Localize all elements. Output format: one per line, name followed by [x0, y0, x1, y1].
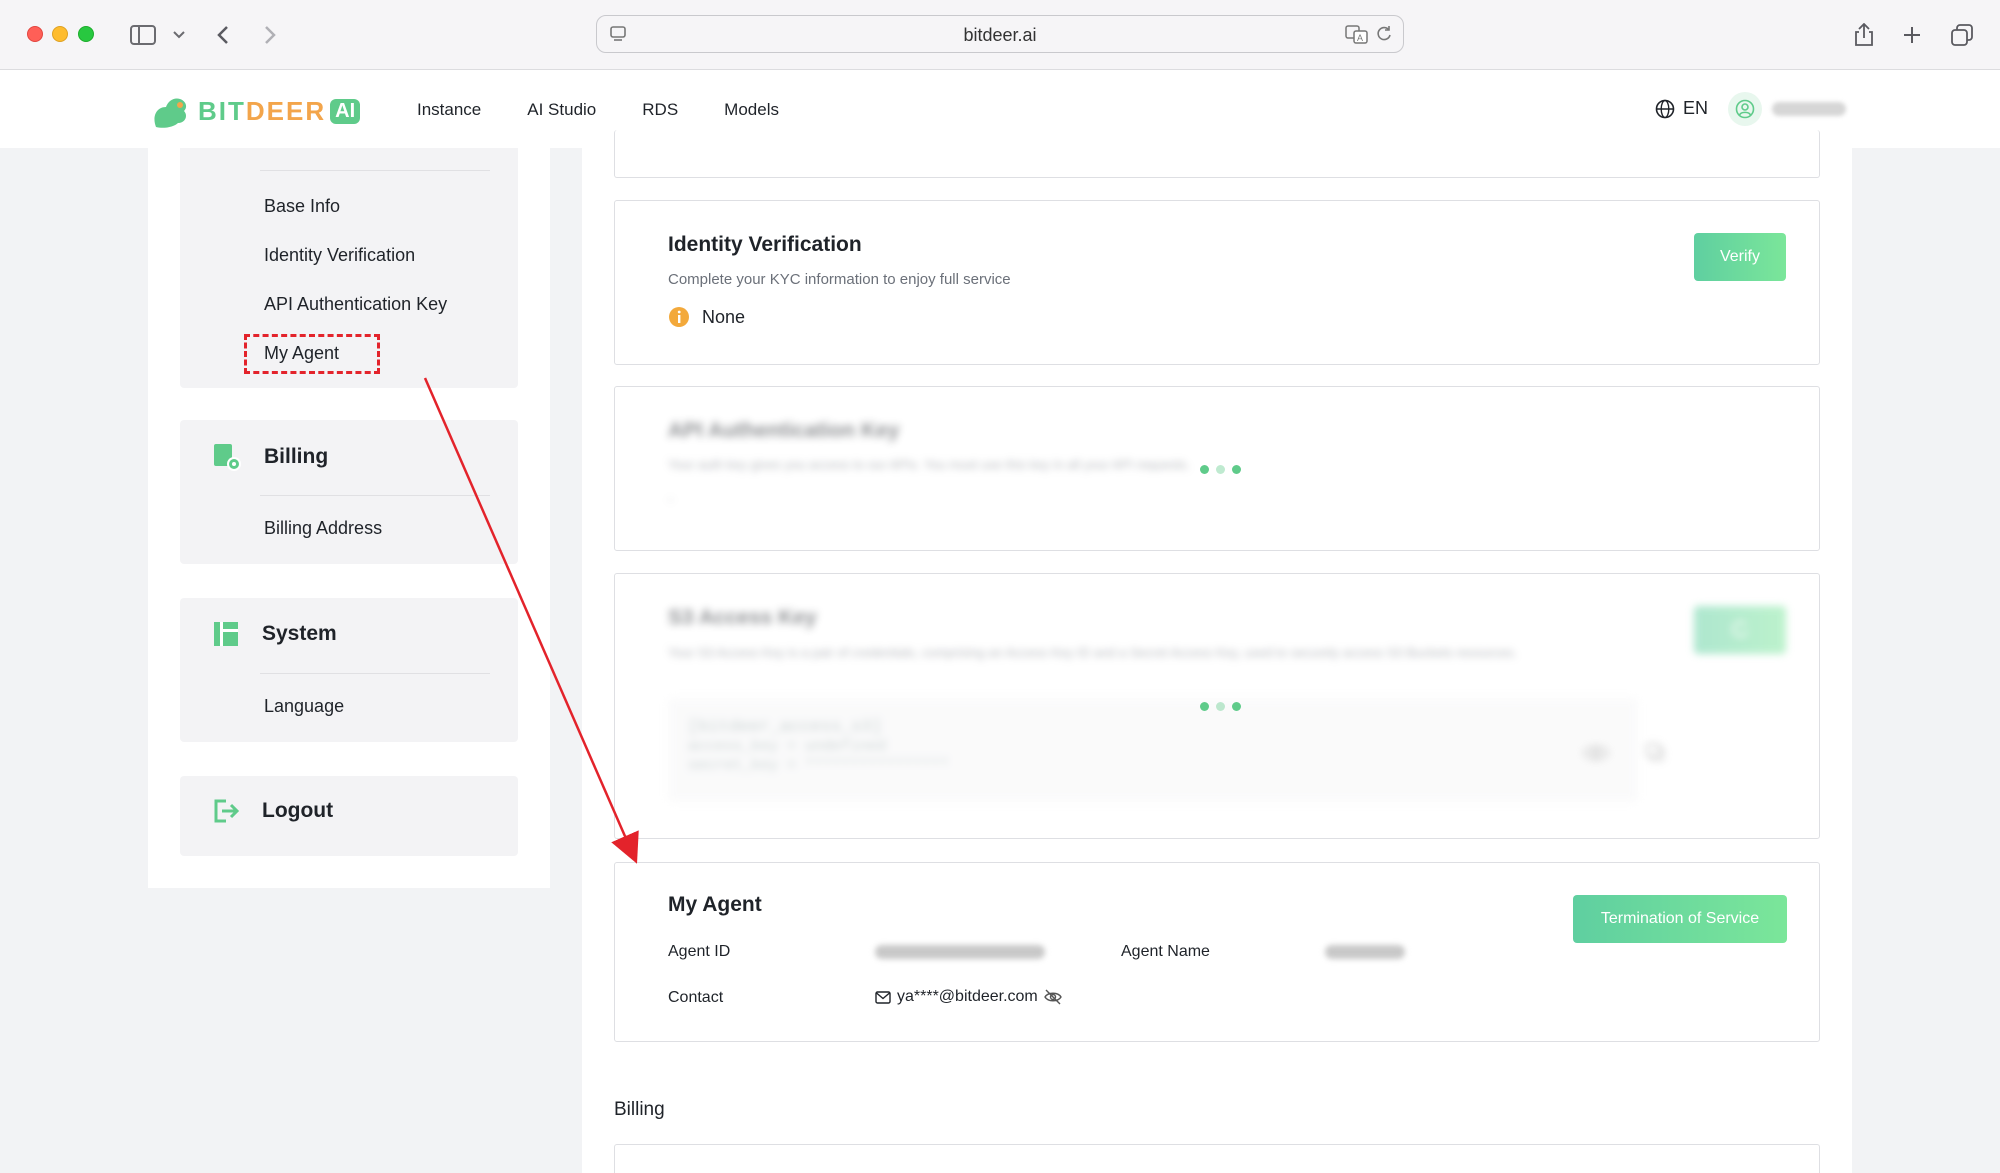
user-menu[interactable]	[1728, 92, 1846, 126]
browser-toolbar: bitdeer.ai A	[0, 0, 2000, 70]
url-text: bitdeer.ai	[963, 25, 1037, 45]
sidebar-item-base-info[interactable]: Base Info	[264, 196, 340, 217]
sidebar-toggle-icon[interactable]	[126, 18, 160, 52]
billing-section-title: Billing	[614, 1099, 665, 1120]
identity-verification-card: Identity Verification Complete your KYC …	[614, 200, 1820, 365]
divider	[260, 673, 490, 674]
agent-id-label: Agent ID	[668, 943, 731, 960]
my-agent-card: My Agent Termination of Service Agent ID…	[614, 862, 1820, 1042]
tab-overview-icon[interactable]	[1945, 18, 1979, 52]
sidebar-billing-header[interactable]: Billing	[212, 442, 328, 472]
bitdeer-logo[interactable]: BITDEER AI	[150, 92, 361, 130]
logo-ai-badge: AI	[330, 98, 361, 124]
minimize-window-button[interactable]	[52, 26, 68, 42]
contact-label: Contact	[668, 989, 724, 1006]
agent-id-value	[875, 945, 1045, 959]
eye-off-icon[interactable]	[1043, 989, 1062, 1005]
copy-icon[interactable]	[1645, 742, 1665, 767]
close-window-button[interactable]	[27, 26, 43, 42]
sidebar-system-title: System	[262, 622, 337, 645]
main-nav: Instance AI Studio RDS Models	[417, 100, 825, 120]
identity-status-text: None	[702, 306, 746, 327]
reload-icon[interactable]	[1375, 25, 1393, 48]
sidebar-system-header[interactable]: System	[212, 620, 337, 648]
sidebar-item-api-key[interactable]: API Authentication Key	[264, 294, 447, 315]
divider	[260, 170, 490, 171]
new-tab-icon[interactable]	[1895, 18, 1929, 52]
deer-logo-icon	[154, 98, 187, 128]
sidebar-group-billing: Billing Billing Address	[180, 420, 518, 564]
nav-models[interactable]: Models	[724, 100, 779, 120]
logout-label: Logout	[262, 799, 334, 822]
mail-icon	[875, 990, 891, 1004]
sidebar-group-system: System Language	[180, 598, 518, 742]
divider	[260, 495, 490, 496]
identity-subtitle: Complete your KYC information to enjoy f…	[668, 271, 1011, 288]
sidebar-item-billing-address[interactable]: Billing Address	[264, 518, 382, 539]
s3-key-subtitle: Your S3 Access Key is a pair of credenti…	[668, 645, 1518, 660]
api-key-title: API Authentication Key	[668, 419, 900, 442]
back-arrow-icon[interactable]	[206, 18, 240, 52]
refresh-s3-button[interactable]	[1694, 606, 1786, 654]
billing-icon	[214, 444, 241, 471]
code-line: access_key = undefined	[688, 738, 887, 755]
share-icon[interactable]	[1847, 18, 1881, 52]
loading-indicator	[1200, 702, 1241, 711]
redacted-value	[1325, 945, 1405, 959]
agent-name-value	[1325, 945, 1405, 959]
contact-value: ya****@bitdeer.com	[875, 988, 1062, 1006]
nav-ai-studio[interactable]: AI Studio	[527, 100, 596, 120]
termination-of-service-button[interactable]: Termination of Service	[1573, 895, 1787, 943]
api-key-subtitle: Your auth key gives you access to our AP…	[668, 457, 1190, 472]
globe-icon	[1655, 99, 1675, 118]
address-bar[interactable]: bitdeer.ai A	[596, 15, 1404, 53]
contact-email: ya****@bitdeer.com	[897, 988, 1038, 1005]
nav-rds[interactable]: RDS	[642, 100, 678, 120]
svg-text:A: A	[1357, 33, 1363, 43]
user-avatar-icon	[1728, 92, 1762, 126]
logo-wordmark: BITDEER	[198, 95, 327, 126]
logout-button[interactable]: Logout	[212, 798, 333, 824]
identity-status: None	[668, 306, 745, 328]
api-key-value: -	[668, 491, 673, 508]
sidebar-item-language[interactable]: Language	[264, 696, 344, 717]
translate-icon[interactable]: A	[1345, 24, 1369, 49]
api-key-card: API Authentication Key Your auth key giv…	[614, 386, 1820, 551]
language-switcher[interactable]: EN	[1655, 98, 1708, 119]
eye-icon[interactable]	[1583, 744, 1609, 767]
info-warning-icon	[669, 307, 689, 327]
sidebar-item-identity-verification[interactable]: Identity Verification	[264, 245, 415, 266]
s3-access-key-card: S3 Access Key Your S3 Access Key is a pa…	[614, 573, 1820, 839]
system-icon	[214, 622, 238, 646]
code-line: [bitdeer_access_s3]	[688, 718, 882, 737]
sidebar-logout[interactable]: Logout	[180, 776, 518, 856]
nav-instance[interactable]: Instance	[417, 100, 481, 120]
maximize-window-button[interactable]	[78, 26, 94, 42]
chevron-down-icon[interactable]	[162, 18, 196, 52]
my-agent-title: My Agent	[668, 893, 762, 916]
username-redacted	[1772, 102, 1846, 116]
account-sidebar: Base Info Identity Verification API Auth…	[148, 148, 550, 888]
sidebar-billing-title: Billing	[264, 445, 329, 468]
billing-card	[614, 1144, 1820, 1173]
verify-button[interactable]: Verify	[1694, 233, 1786, 281]
s3-credentials-code: [bitdeer_access_s3] access_key = undefin…	[668, 698, 1638, 802]
forward-arrow-icon[interactable]	[253, 18, 287, 52]
refresh-icon	[1732, 621, 1748, 638]
s3-key-title: S3 Access Key	[668, 606, 817, 629]
agent-name-label: Agent Name	[1121, 943, 1210, 960]
annotation-highlight-box	[244, 334, 380, 374]
language-label: EN	[1683, 98, 1709, 118]
code-line: secret_key = ****************	[688, 757, 950, 774]
base-info-card	[614, 130, 1820, 178]
redacted-value	[875, 945, 1045, 959]
identity-title: Identity Verification	[668, 233, 862, 256]
logout-icon	[214, 799, 240, 823]
loading-indicator	[1200, 465, 1241, 474]
